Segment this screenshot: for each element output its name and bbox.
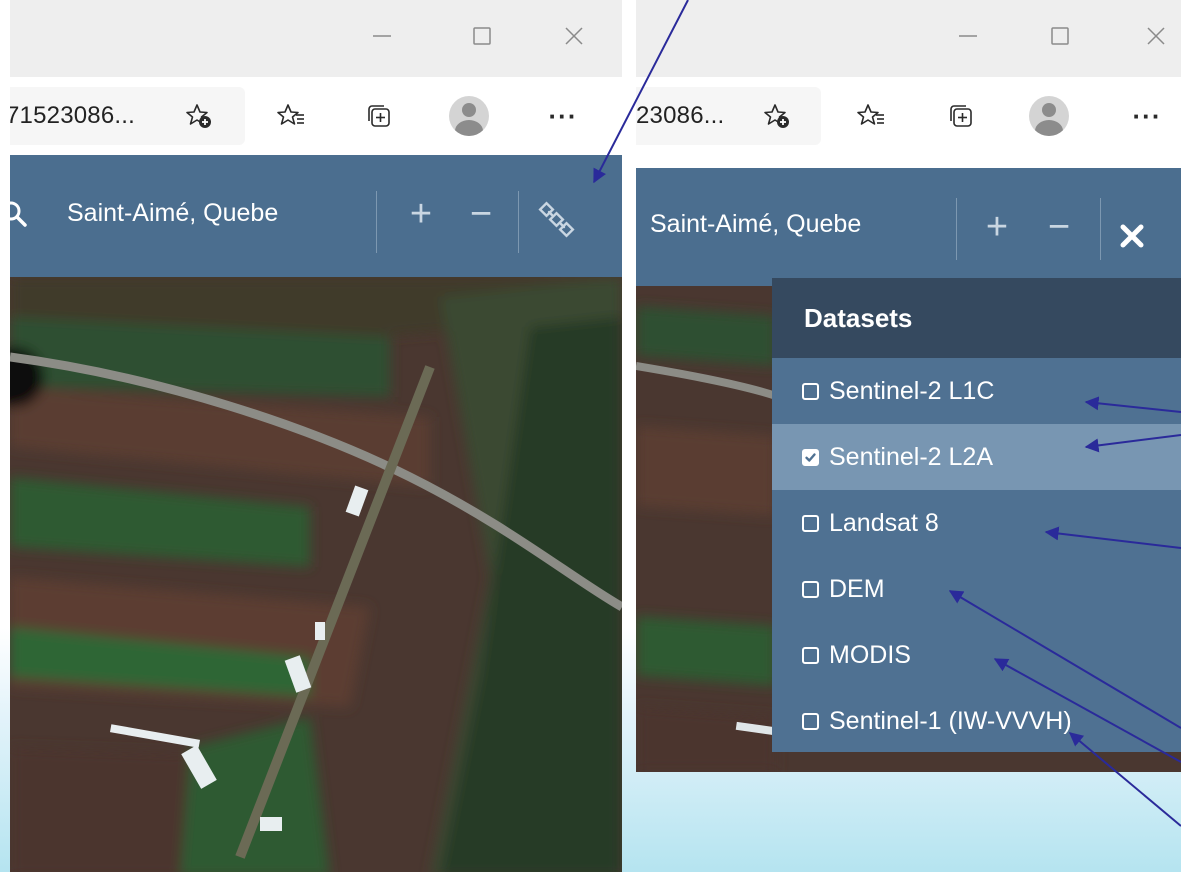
app-header: Saint-Aimé, Quebe + − [10,155,622,277]
checkbox-unchecked-icon[interactable] [802,712,819,730]
satellite-map[interactable] [10,277,622,872]
favorites-icon[interactable] [268,93,314,139]
zoom-in-button[interactable]: + [974,202,1020,252]
dataset-item-dem[interactable]: DEM [772,556,1181,622]
dataset-label: Sentinel-2 L1C [829,376,995,405]
checkbox-unchecked-icon[interactable] [802,382,819,400]
dataset-item-landsat-8[interactable]: Landsat 8 [772,490,1181,556]
checkbox-checked-icon[interactable] [802,448,819,466]
divider [518,191,519,253]
browser-toolbar: 71523086... ··· [10,77,622,155]
dataset-item-sentinel-1[interactable]: Sentinel-1 (IW-VVVH) [772,688,1181,754]
dataset-label: Sentinel-1 (IW-VVVH) [829,706,1072,735]
app-header: Saint-Aimé, Quebe + − [636,168,1181,286]
maximize-icon[interactable] [462,16,502,56]
title-bar [636,0,1181,77]
location-search-input[interactable]: Saint-Aimé, Quebe [67,199,314,228]
address-text: 23086... [636,102,725,129]
dataset-label: MODIS [829,640,911,669]
close-icon[interactable] [1136,16,1176,56]
browser-toolbar: 23086... ··· [636,77,1181,155]
dataset-label: Sentinel-2 L2A [829,442,994,471]
avatar-icon[interactable] [446,93,492,139]
dataset-item-sentinel-2-l1c[interactable]: Sentinel-2 L1C [772,358,1181,424]
dataset-item-sentinel-2-l2a[interactable]: Sentinel-2 L2A [772,424,1181,490]
datasets-header: Datasets [772,278,1181,358]
dataset-label: DEM [829,574,885,603]
satellite-icon[interactable] [538,201,576,239]
favorites-icon[interactable] [848,93,894,139]
checkbox-unchecked-icon[interactable] [802,580,819,598]
more-menu-button[interactable]: ··· [1124,93,1170,139]
title-bar [10,0,622,77]
close-icon[interactable] [554,16,594,56]
search-icon[interactable] [10,199,30,229]
zoom-in-button[interactable]: + [398,189,444,239]
more-menu-button[interactable]: ··· [540,93,586,139]
dataset-item-modis[interactable]: MODIS [772,622,1181,688]
zoom-out-button[interactable]: − [458,189,504,239]
star-plus-icon[interactable] [754,93,800,139]
close-x-icon[interactable] [1118,222,1146,250]
divider [376,191,377,253]
dataset-label: Landsat 8 [829,508,939,537]
checkbox-unchecked-icon[interactable] [802,514,819,532]
location-search-input[interactable]: Saint-Aimé, Quebe [650,210,898,239]
maximize-icon[interactable] [1040,16,1080,56]
avatar-icon[interactable] [1026,93,1072,139]
datasets-menu: Datasets Sentinel-2 L1C Sentinel-2 L2A L… [772,278,1181,752]
zoom-out-button[interactable]: − [1036,202,1082,252]
address-text: 71523086... [10,102,135,129]
left-browser-window: 71523086... ··· Saint-Aimé, Quebe + − [10,0,622,872]
divider [956,198,957,260]
minimize-icon[interactable] [948,16,988,56]
star-plus-icon[interactable] [176,93,222,139]
checkbox-unchecked-icon[interactable] [802,646,819,664]
collections-icon[interactable] [938,93,984,139]
divider [1100,198,1101,260]
minimize-icon[interactable] [362,16,402,56]
right-browser-window: 23086... ··· Saint-Aimé, Quebe + − Datas… [636,0,1181,772]
collections-icon[interactable] [356,93,402,139]
